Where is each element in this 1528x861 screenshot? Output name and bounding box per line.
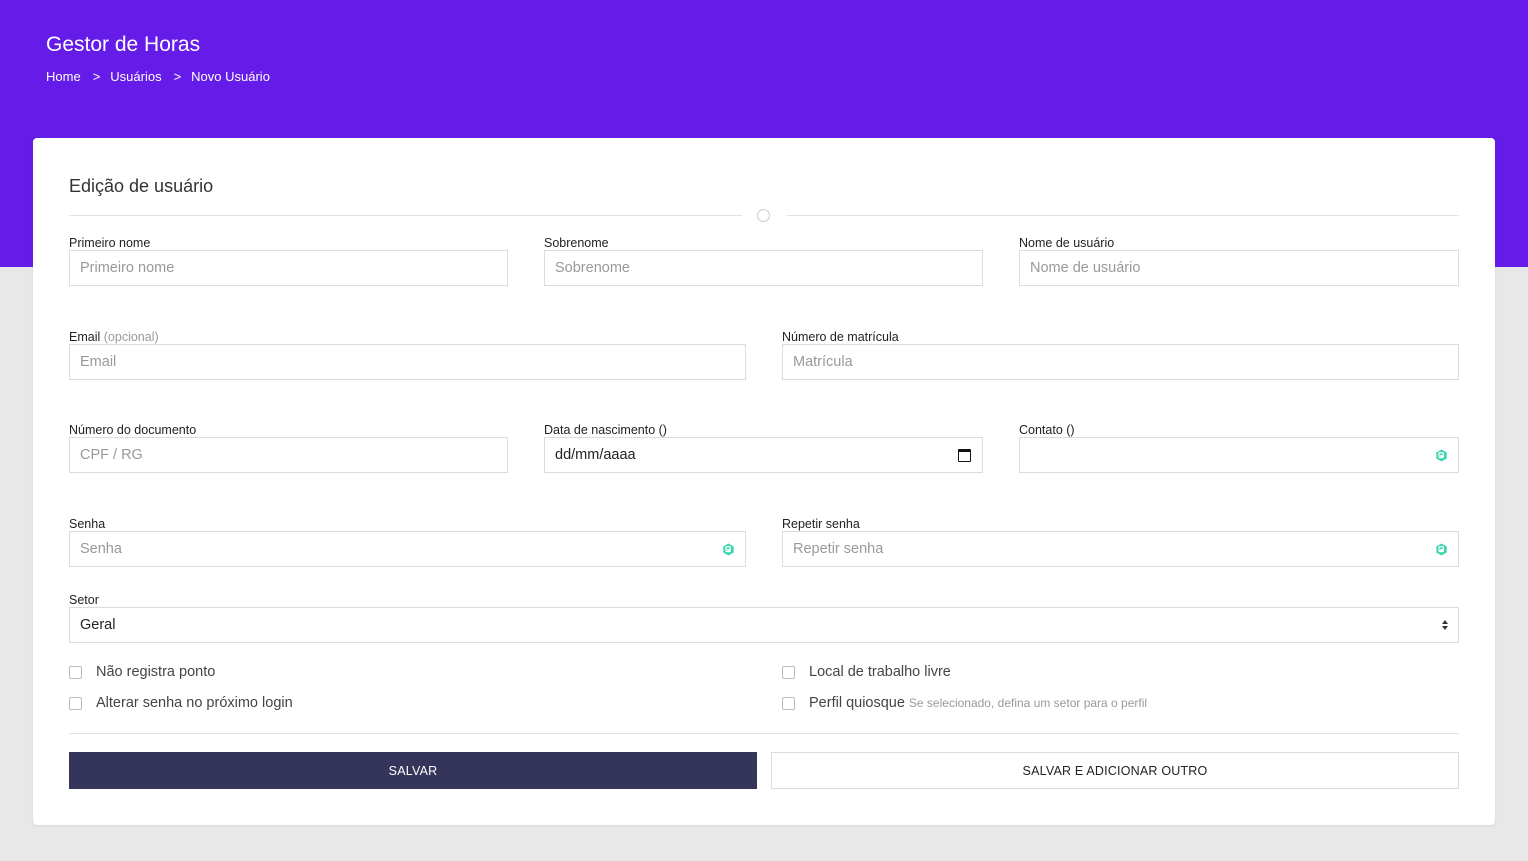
breadcrumb-separator: > bbox=[92, 69, 101, 84]
kiosk-profile-checkbox[interactable] bbox=[782, 696, 795, 710]
birth-date-value: dd/mm/aaaa bbox=[555, 447, 636, 463]
password-field: Senha bbox=[69, 516, 746, 567]
registration-label: Número de matrícula bbox=[782, 330, 899, 344]
password-manager-icon[interactable] bbox=[1435, 543, 1448, 556]
password-input[interactable] bbox=[70, 532, 745, 566]
kiosk-profile-hint: Se selecionado, defina um setor para o p… bbox=[908, 696, 1148, 710]
breadcrumb: Home > Usuários > Novo Usuário bbox=[46, 69, 270, 84]
birth-date-label: Data de nascimento () bbox=[544, 423, 667, 437]
calendar-icon[interactable] bbox=[958, 449, 971, 462]
divider-line bbox=[787, 215, 1459, 216]
kiosk-profile-option: Perfil quiosque Se selecionado, defina u… bbox=[782, 695, 1147, 711]
username-input[interactable] bbox=[1020, 251, 1458, 285]
first-name-control bbox=[69, 250, 508, 286]
username-label: Nome de usuário bbox=[1019, 236, 1115, 250]
save-button[interactable]: SALVAR bbox=[69, 752, 757, 789]
email-field: Email (opcional) bbox=[69, 329, 746, 380]
last-name-input[interactable] bbox=[545, 251, 982, 285]
password-label: Senha bbox=[69, 517, 106, 531]
first-name-field: Primeiro nome bbox=[69, 235, 508, 286]
app-title: Gestor de Horas bbox=[46, 33, 201, 56]
first-name-label: Primeiro nome bbox=[69, 236, 151, 250]
email-label-wrap: Email (opcional) bbox=[69, 329, 746, 345]
save-and-add-button[interactable]: SALVAR E ADICIONAR OUTRO bbox=[771, 752, 1459, 789]
change-password-option: Alterar senha no próximo login bbox=[69, 695, 293, 711]
no-clock-label[interactable]: Não registra ponto bbox=[96, 664, 215, 680]
repeat-password-label: Repetir senha bbox=[782, 517, 860, 531]
free-workplace-option: Local de trabalho livre bbox=[782, 664, 951, 680]
repeat-password-input[interactable] bbox=[783, 532, 1458, 566]
breadcrumb-separator: > bbox=[173, 69, 182, 84]
contact-label: Contato () bbox=[1019, 423, 1075, 437]
registration-field: Número de matrícula bbox=[782, 329, 1459, 380]
document-control bbox=[69, 437, 508, 473]
no-clock-checkbox[interactable] bbox=[69, 665, 82, 679]
change-password-label[interactable]: Alterar senha no próximo login bbox=[96, 695, 293, 711]
kiosk-profile-label[interactable]: Perfil quiosque bbox=[809, 695, 905, 711]
breadcrumb-home[interactable]: Home bbox=[46, 69, 81, 84]
sector-select[interactable]: Geral bbox=[69, 607, 1459, 643]
email-optional-hint: (opcional) bbox=[103, 330, 159, 344]
last-name-label: Sobrenome bbox=[544, 236, 609, 250]
sector-field: Setor Geral bbox=[69, 592, 1459, 643]
free-workplace-label[interactable]: Local de trabalho livre bbox=[809, 664, 951, 680]
contact-input[interactable] bbox=[1020, 438, 1458, 472]
email-input[interactable] bbox=[70, 345, 745, 379]
repeat-password-field: Repetir senha bbox=[782, 516, 1459, 567]
actions-divider bbox=[69, 733, 1459, 734]
breadcrumb-current: Novo Usuário bbox=[191, 69, 270, 84]
last-name-field: Sobrenome bbox=[544, 235, 983, 286]
registration-input[interactable] bbox=[783, 345, 1458, 379]
contact-control bbox=[1019, 437, 1459, 473]
sector-label: Setor bbox=[69, 593, 99, 607]
password-manager-icon[interactable] bbox=[722, 543, 735, 556]
form-title: Edição de usuário bbox=[69, 176, 214, 196]
change-password-checkbox[interactable] bbox=[69, 696, 82, 710]
section-divider bbox=[69, 209, 1459, 222]
divider-circle-icon bbox=[757, 209, 770, 222]
document-input[interactable] bbox=[70, 438, 507, 472]
select-arrows-icon bbox=[1442, 620, 1448, 630]
sector-selected-value: Geral bbox=[80, 617, 116, 633]
password-manager-icon[interactable] bbox=[1435, 449, 1448, 462]
email-control bbox=[69, 344, 746, 380]
contact-field: Contato () bbox=[1019, 422, 1459, 473]
birth-date-input[interactable]: dd/mm/aaaa bbox=[544, 437, 983, 473]
document-label: Número do documento bbox=[69, 423, 197, 437]
birth-date-field: Data de nascimento () dd/mm/aaaa bbox=[544, 422, 983, 473]
repeat-password-control bbox=[782, 531, 1459, 567]
registration-control bbox=[782, 344, 1459, 380]
username-field: Nome de usuário bbox=[1019, 235, 1459, 286]
password-control bbox=[69, 531, 746, 567]
username-control bbox=[1019, 250, 1459, 286]
email-label: Email bbox=[69, 330, 101, 344]
divider-line bbox=[69, 215, 742, 216]
breadcrumb-users[interactable]: Usuários bbox=[110, 69, 161, 84]
free-workplace-checkbox[interactable] bbox=[782, 665, 795, 679]
last-name-control bbox=[544, 250, 983, 286]
user-form-card: Edição de usuário Primeiro nome Sobrenom… bbox=[33, 138, 1495, 825]
first-name-input[interactable] bbox=[70, 251, 507, 285]
document-field: Número do documento bbox=[69, 422, 508, 473]
no-clock-option: Não registra ponto bbox=[69, 664, 215, 680]
